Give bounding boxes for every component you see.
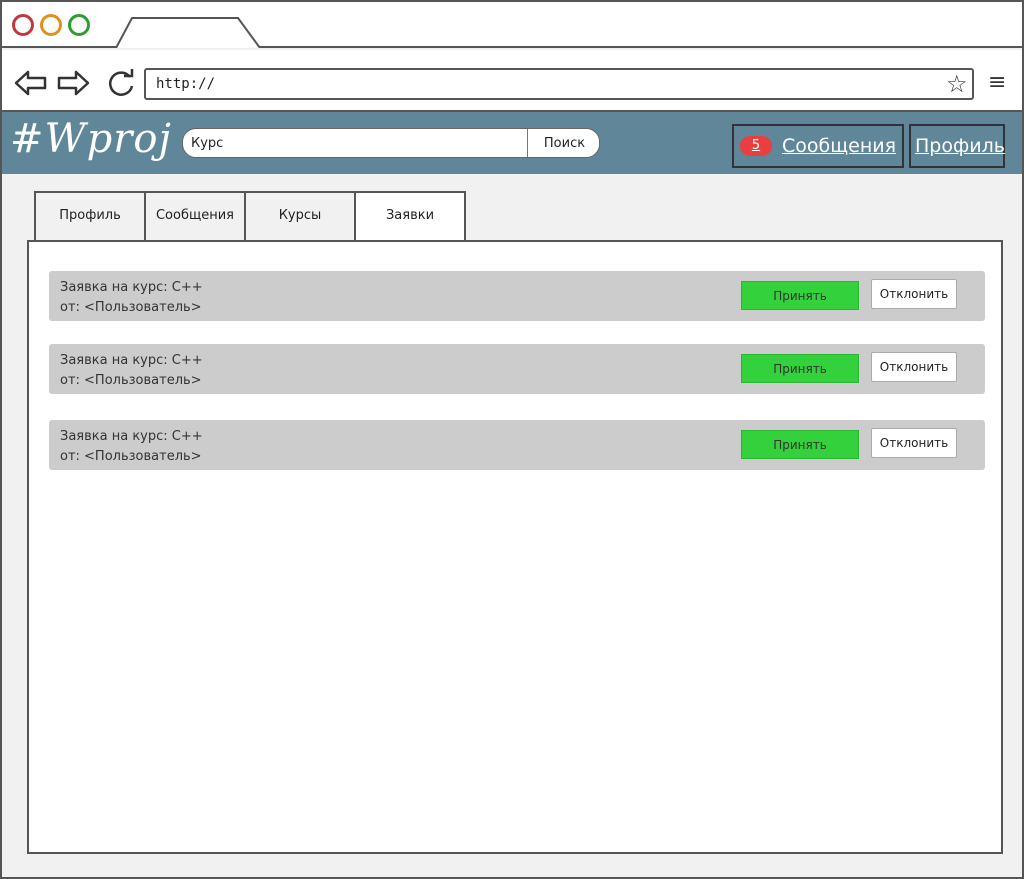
app-header: #Wproj Поиск 5 Сообщения Профиль [2,112,1022,174]
search-button[interactable]: Поиск [527,129,599,157]
accept-button[interactable]: Принять [741,281,859,310]
request-sender: от: <Пользователь> [60,300,202,315]
tab-requests[interactable]: Заявки [354,191,466,243]
bookmark-star-icon[interactable]: ☆ [946,71,968,97]
requests-panel: Заявка на курс: C++ от: <Пользователь> П… [27,240,1003,854]
request-title: Заявка на курс: C++ [60,280,203,295]
accept-button[interactable]: Принять [741,354,859,383]
search-box: Поиск [182,128,600,158]
request-item: Заявка на курс: C++ от: <Пользователь> П… [49,271,985,321]
messages-label: Сообщения [782,135,897,157]
tab-messages[interactable]: Сообщения [144,191,246,241]
search-input[interactable] [183,129,527,157]
unread-messages-badge: 5 [740,136,772,156]
address-bar[interactable]: http:// [144,68,974,100]
accept-button[interactable]: Принять [741,430,859,459]
messages-button[interactable]: 5 Сообщения [732,124,904,168]
back-arrow-icon[interactable] [14,68,48,98]
tab-courses[interactable]: Курсы [244,191,356,241]
tab-profile[interactable]: Профиль [34,191,146,241]
profile-label: Профиль [915,135,1005,157]
request-sender: от: <Пользователь> [60,449,202,464]
request-title: Заявка на курс: C++ [60,353,203,368]
request-item: Заявка на курс: C++ от: <Пользователь> П… [49,420,985,470]
decline-button[interactable]: Отклонить [871,428,957,458]
request-title: Заявка на курс: C++ [60,429,203,444]
browser-window: http:// ☆ ≡ #Wproj Поиск 5 Сообщения Про… [0,0,1024,879]
minimize-window-button[interactable] [40,14,62,36]
browser-title-bar [2,2,1022,48]
close-window-button[interactable] [12,14,34,36]
forward-arrow-icon[interactable] [56,68,90,98]
browser-tab[interactable] [114,16,264,48]
reload-icon[interactable] [104,68,138,98]
browser-toolbar: http:// ☆ ≡ [2,50,1022,112]
app-logo[interactable]: #Wproj [10,116,172,162]
request-sender: от: <Пользователь> [60,373,202,388]
decline-button[interactable]: Отклонить [871,352,957,382]
profile-button[interactable]: Профиль [909,124,1005,168]
decline-button[interactable]: Отклонить [871,279,957,309]
browser-menu-icon[interactable]: ≡ [988,72,1006,94]
request-item: Заявка на курс: C++ от: <Пользователь> П… [49,344,985,394]
maximize-window-button[interactable] [68,14,90,36]
